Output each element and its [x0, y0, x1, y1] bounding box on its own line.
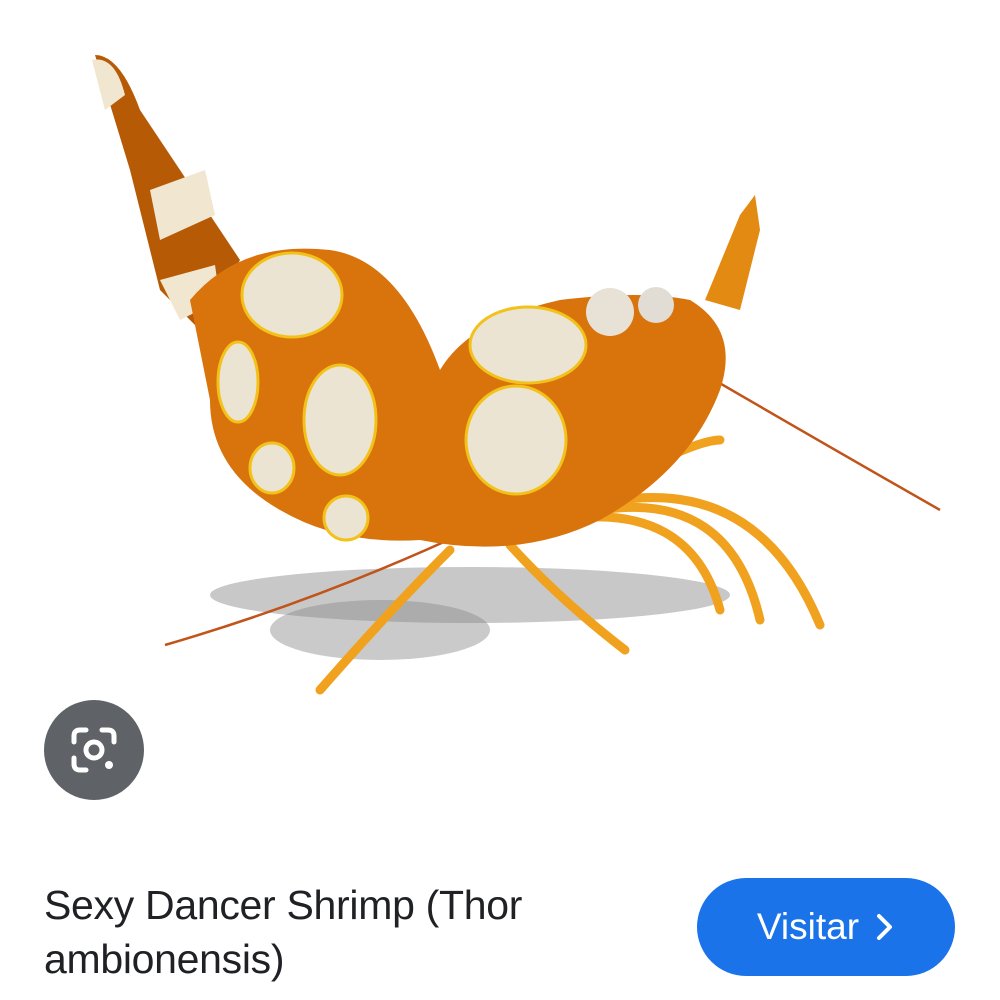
shrimp-shadow-2	[270, 600, 490, 660]
shrimp-illustration	[92, 55, 941, 695]
tail-bands	[92, 59, 220, 320]
shrimp-rostrum	[705, 195, 760, 310]
google-lens-button[interactable]	[44, 700, 144, 800]
chevron-right-icon	[877, 914, 893, 940]
google-lens-icon	[71, 727, 117, 773]
result-image[interactable]	[0, 0, 1000, 840]
visit-button-label: Visitar	[756, 906, 860, 947]
result-title[interactable]: Sexy Dancer Shrimp (Thor ambionensis)	[44, 878, 644, 986]
visit-button[interactable]: Visitar	[697, 878, 955, 976]
shrimp-eye-2	[638, 287, 674, 323]
shrimp-eye	[586, 288, 634, 336]
